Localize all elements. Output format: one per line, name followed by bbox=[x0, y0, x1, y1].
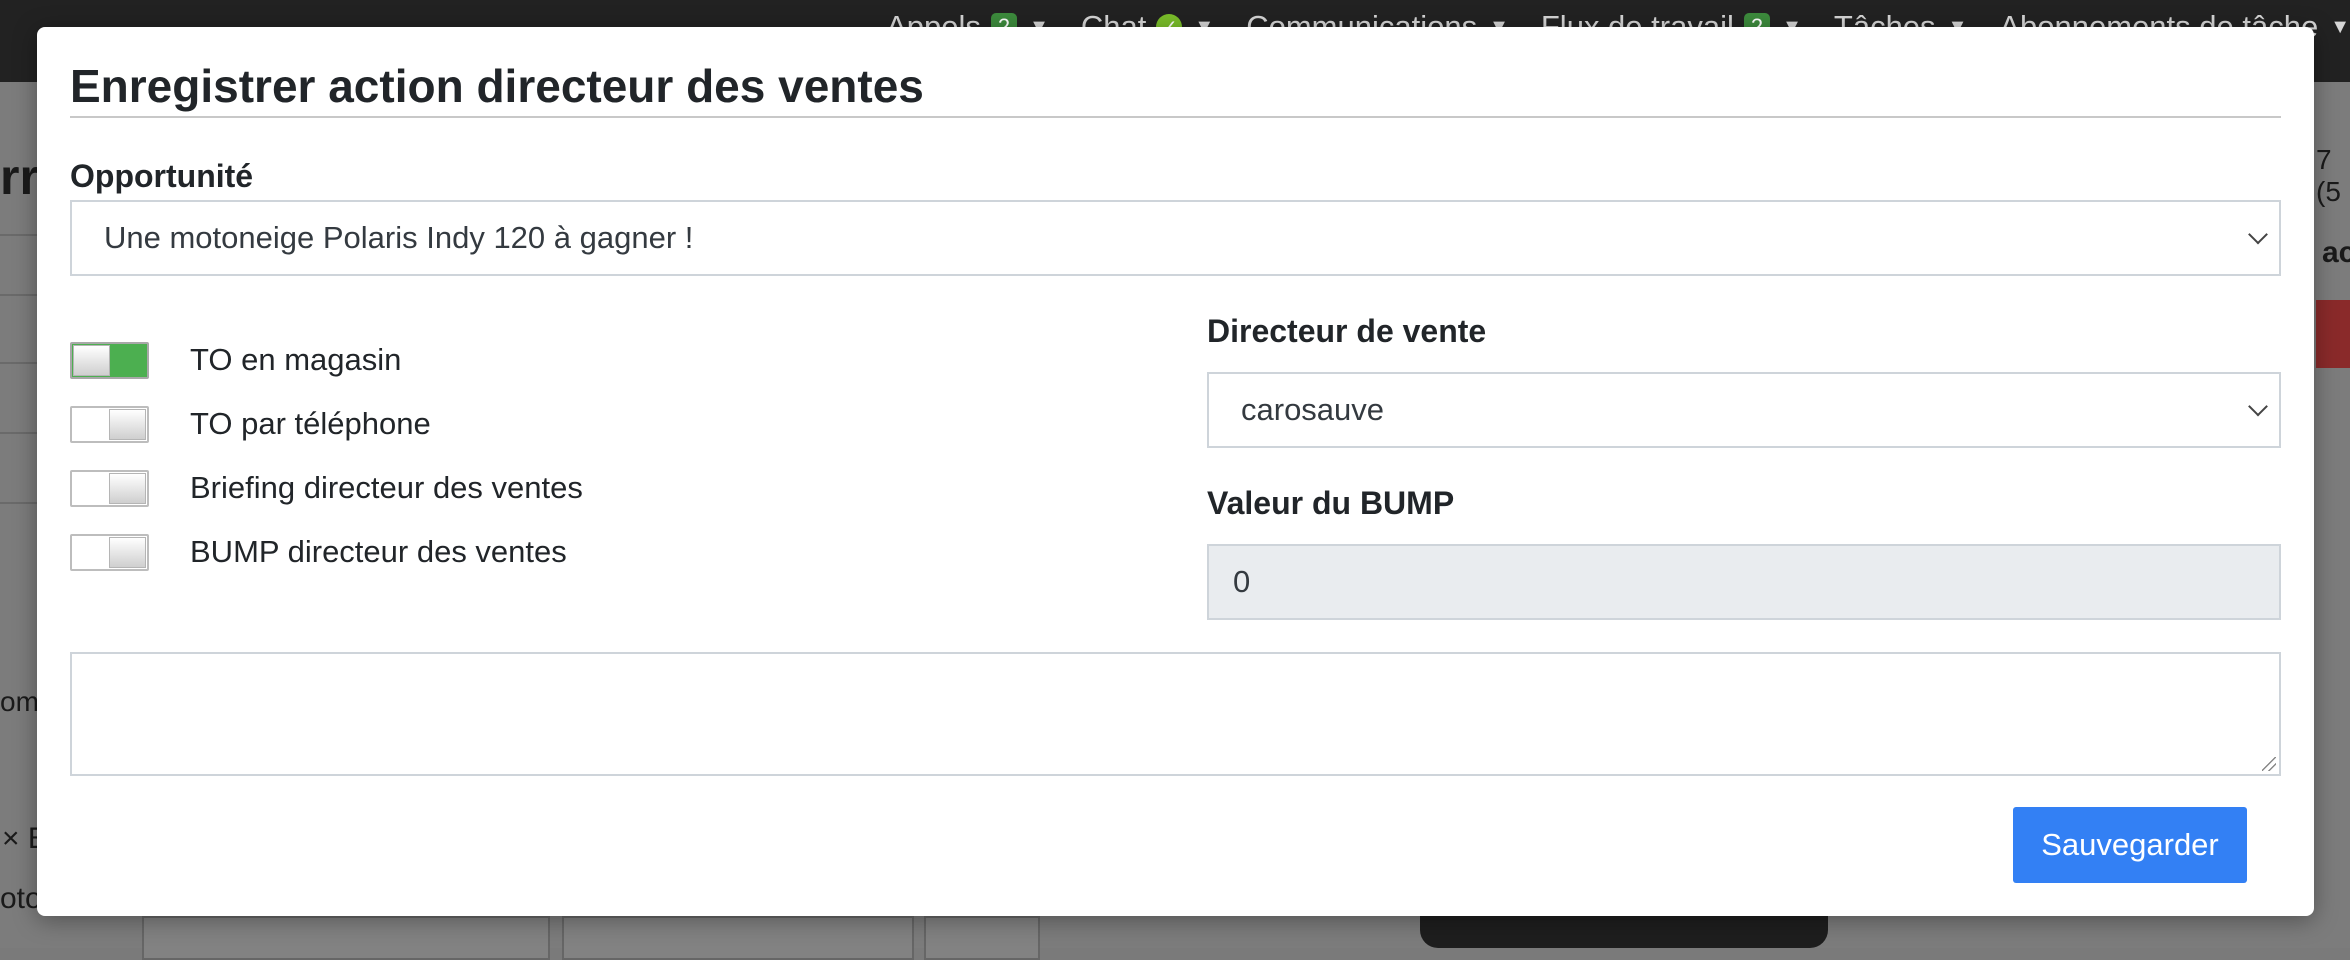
to-magasin-toggle[interactable] bbox=[70, 341, 149, 379]
toggle-row-to-magasin: TO en magasin bbox=[70, 340, 401, 380]
to-telephone-label: TO par téléphone bbox=[190, 406, 431, 441]
toggle-knob bbox=[109, 472, 146, 504]
bg-field bbox=[562, 916, 914, 960]
bg-title-fragment: rr bbox=[0, 149, 39, 205]
director-label: Directeur de vente bbox=[1207, 313, 1487, 349]
toggle-row-bump: BUMP directeur des ventes bbox=[70, 532, 567, 572]
bg-field bbox=[142, 916, 550, 960]
bump-value: 0 bbox=[1233, 564, 1251, 599]
toggle-knob bbox=[109, 536, 146, 568]
toggle-row-to-telephone: TO par téléphone bbox=[70, 404, 431, 444]
to-telephone-toggle[interactable] bbox=[70, 405, 149, 443]
bg-divider bbox=[0, 362, 37, 364]
modal-dialog: Enregistrer action directeur des ventes … bbox=[37, 27, 2314, 916]
bg-field bbox=[924, 916, 1040, 960]
to-magasin-label: TO en magasin bbox=[190, 342, 402, 377]
resize-grip-icon[interactable] bbox=[2262, 757, 2276, 771]
briefing-label: Briefing directeur des ventes bbox=[190, 470, 583, 505]
title-divider bbox=[70, 116, 2281, 118]
opportunity-select[interactable]: Une motoneige Polaris Indy 120 à gagner … bbox=[70, 200, 2281, 276]
chevron-down-icon bbox=[2248, 396, 2268, 417]
bg-tab-fragment: ac bbox=[2322, 236, 2350, 269]
bg-divider bbox=[0, 432, 37, 434]
opportunity-value: Une motoneige Polaris Indy 120 à gagner … bbox=[104, 220, 694, 255]
toggle-knob bbox=[73, 344, 110, 376]
bg-bottom-fragment: oto bbox=[0, 882, 42, 915]
caret-down-icon: ▼ bbox=[2330, 15, 2350, 38]
notes-textarea[interactable] bbox=[70, 652, 2281, 776]
briefing-toggle[interactable] bbox=[70, 469, 149, 507]
toggle-row-briefing: Briefing directeur des ventes bbox=[70, 468, 583, 508]
bump-toggle[interactable] bbox=[70, 533, 149, 571]
bg-dark-panel bbox=[1420, 916, 1828, 948]
director-select[interactable]: carosauve bbox=[1207, 372, 2281, 448]
director-value: carosauve bbox=[1241, 392, 1385, 427]
bump-value-input[interactable]: 0 bbox=[1207, 544, 2281, 620]
chevron-down-icon bbox=[2248, 224, 2268, 245]
bg-divider bbox=[0, 234, 37, 236]
toggle-knob bbox=[109, 408, 146, 440]
bump-value-label: Valeur du BUMP bbox=[1207, 485, 1455, 521]
opportunity-label: Opportunité bbox=[70, 158, 254, 194]
bg-divider bbox=[0, 294, 37, 296]
bg-red-panel bbox=[2316, 300, 2350, 368]
bg-count-fragment: 7 (5 bbox=[2316, 144, 2341, 207]
modal-title: Enregistrer action directeur des ventes bbox=[70, 60, 924, 112]
save-button[interactable]: Sauvegarder bbox=[2013, 807, 2247, 883]
bg-input-fragment: om bbox=[0, 686, 39, 717]
bg-divider bbox=[0, 502, 37, 504]
bump-label: BUMP directeur des ventes bbox=[190, 534, 567, 569]
